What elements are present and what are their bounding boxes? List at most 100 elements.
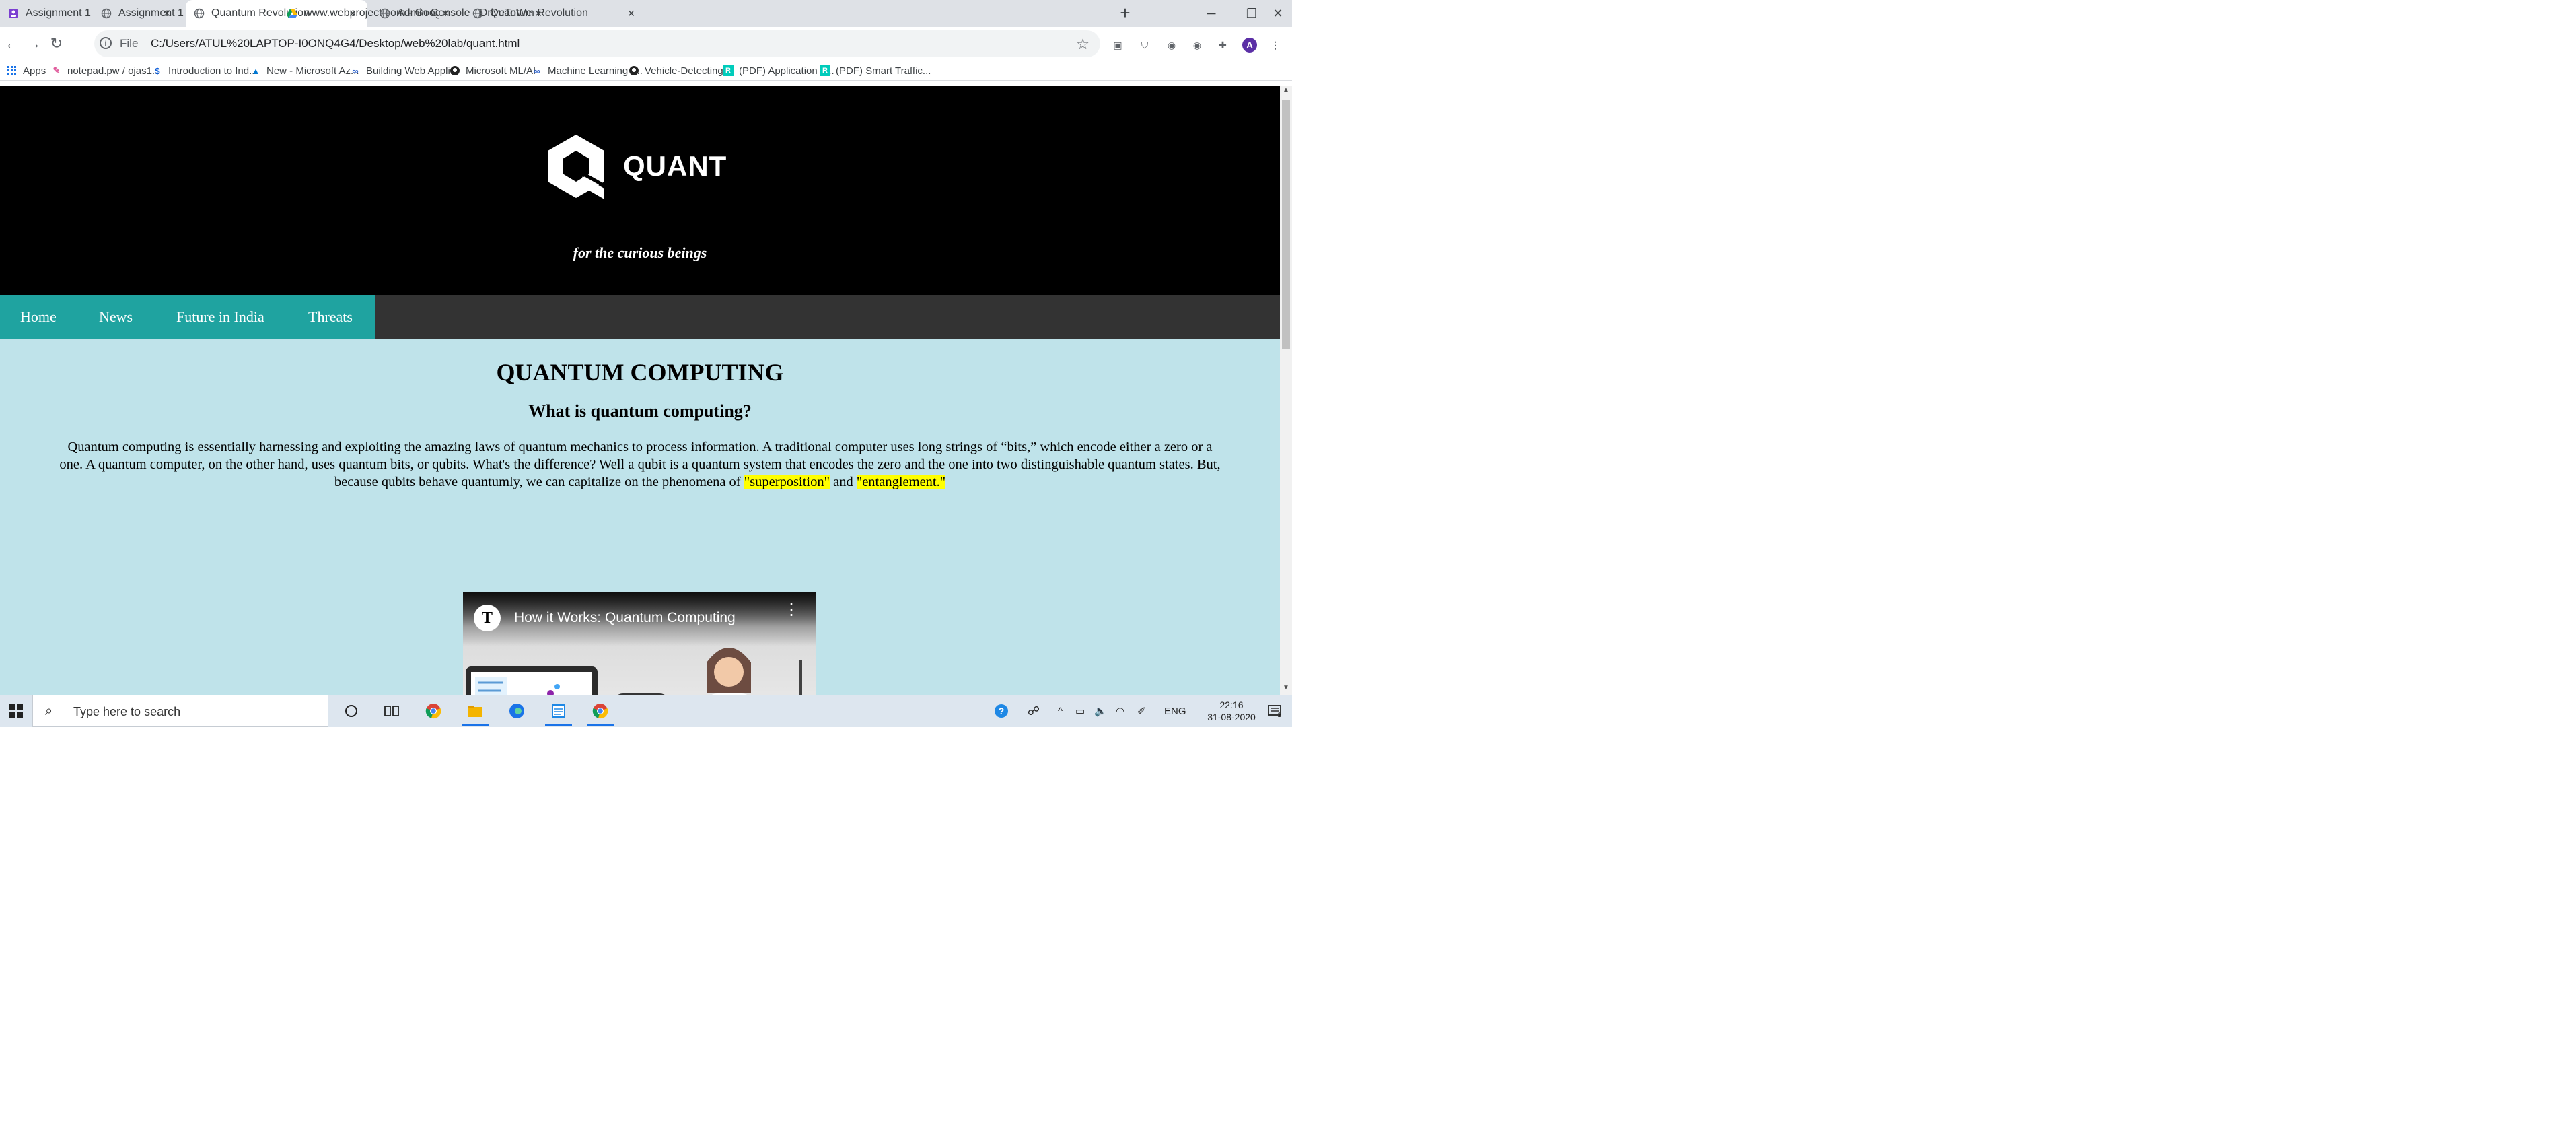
- researchgate-icon: R: [723, 65, 734, 76]
- site-navbar: Home News Future in India Threats: [0, 295, 1280, 339]
- video-title[interactable]: How it Works: Quantum Computing: [514, 610, 736, 626]
- scroll-down-arrow-icon[interactable]: ▼: [1280, 684, 1292, 695]
- cortana-icon[interactable]: [341, 700, 362, 722]
- people-icon[interactable]: ☍: [1023, 700, 1044, 722]
- scroll-thumb[interactable]: [1282, 100, 1290, 349]
- volume-icon[interactable]: 🔈: [1094, 695, 1107, 727]
- quant-logo-icon: [548, 135, 606, 199]
- site-tagline: for the curious beings: [573, 244, 707, 261]
- back-arrow-icon[interactable]: ←: [3, 35, 22, 54]
- bookmark-apps[interactable]: Apps: [7, 64, 46, 77]
- task-view-icon[interactable]: [381, 700, 402, 722]
- bookmark-label: Building Web Appli...: [366, 65, 459, 77]
- notification-count: 1: [1277, 711, 1281, 719]
- bookmark-label: Apps: [23, 65, 46, 77]
- file-explorer-icon[interactable]: [464, 700, 486, 722]
- close-tab-icon[interactable]: ×: [624, 7, 638, 21]
- azure-icon: ▲: [251, 65, 260, 76]
- chrome-icon[interactable]: [589, 700, 611, 722]
- bookmark-label: New - Microsoft Az...: [266, 65, 359, 77]
- nav-link-threats[interactable]: Threats: [308, 295, 353, 339]
- wifi-icon[interactable]: ◠: [1116, 695, 1124, 727]
- globe-icon: [101, 8, 112, 19]
- profile-avatar-icon[interactable]: A: [1242, 38, 1257, 53]
- info-icon[interactable]: i: [100, 37, 112, 49]
- globe-icon: [472, 8, 483, 19]
- nav-link-home[interactable]: Home: [20, 295, 57, 339]
- pen-workspace-icon[interactable]: ✐: [1137, 695, 1146, 727]
- nav-link-news[interactable]: News: [99, 295, 133, 339]
- link-icon: ∞: [352, 65, 359, 76]
- active-app-indicator: [587, 724, 614, 726]
- embedded-video[interactable]: T How it Works: Quantum Computing ⋮: [463, 592, 816, 695]
- svg-text:?: ?: [999, 706, 1005, 716]
- intro-paragraph: Quantum computing is essentially harness…: [0, 438, 1280, 491]
- windows-taskbar: ⌕ Type here to search ? ☍ ^ ▭ 🔈 ◠ ✐ ENG …: [0, 695, 1292, 727]
- logo-text: QUANT: [623, 150, 727, 182]
- new-tab-button[interactable]: +: [1116, 4, 1135, 23]
- tab-quantum-revolution-2[interactable]: Quantum Revolution ×: [464, 0, 646, 27]
- purple-assignment-icon: [8, 8, 19, 19]
- site-logo[interactable]: QUANT: [544, 132, 727, 201]
- taskbar-clock[interactable]: 22:16 31-08-2020: [1205, 699, 1258, 723]
- chrome-icon[interactable]: [423, 700, 444, 722]
- nav-link-future-in-india[interactable]: Future in India: [176, 295, 264, 339]
- bookmark-building-web[interactable]: ∞ Building Web Appli...: [350, 64, 458, 77]
- bookmark-azure[interactable]: ▲ New - Microsoft Az...: [250, 64, 359, 77]
- video-more-icon[interactable]: ⋮: [783, 602, 799, 618]
- minimize-icon[interactable]: ─: [1191, 0, 1231, 27]
- battery-icon[interactable]: ▭: [1075, 695, 1085, 727]
- tab-title: Quantum Revolution: [490, 7, 588, 19]
- globe-icon: [380, 8, 390, 19]
- reload-icon[interactable]: ↻: [47, 35, 66, 54]
- paragraph-text: and: [829, 475, 857, 489]
- bookmark-machine-learning[interactable]: ∞ Machine Learning -...: [532, 64, 643, 77]
- menu-kebab-icon[interactable]: ⋮: [1268, 38, 1283, 53]
- bookmark-pdf-application[interactable]: R (PDF) Application o...: [723, 64, 834, 77]
- bookmark-star-icon[interactable]: ☆: [1076, 36, 1089, 53]
- active-app-indicator: [545, 724, 572, 726]
- paragraph-text: because qubits behave quantumly, we can …: [334, 475, 744, 489]
- shield-extension-icon[interactable]: ⛉: [1137, 38, 1152, 53]
- bookmark-pdf-smart-traffic[interactable]: R (PDF) Smart Traffic...: [820, 64, 931, 77]
- help-icon[interactable]: ?: [991, 700, 1012, 722]
- bookmark-label: (PDF) Smart Traffic...: [836, 65, 931, 77]
- dollar-icon: $: [155, 65, 160, 76]
- search-placeholder: Type here to search: [73, 705, 181, 718]
- bookmark-ms-mlai[interactable]: Microsoft ML/AI: [450, 64, 536, 77]
- address-bar[interactable]: i File C:/Users/ATUL%20LAPTOP-I0ONQ4G4/D…: [94, 30, 1100, 57]
- windows-logo-icon: [9, 704, 23, 718]
- page-viewport: QUANT for the curious beings Home News F…: [0, 86, 1280, 695]
- puzzle-extensions-icon[interactable]: ✚: [1215, 38, 1230, 53]
- extension-circle-icon[interactable]: ◉: [1164, 38, 1179, 53]
- bookmark-vehicle-detecting[interactable]: Vehicle-Detecting-...: [629, 64, 735, 77]
- google-drive-icon: [287, 8, 297, 19]
- page-scrollbar[interactable]: ▲ ▼: [1280, 86, 1292, 695]
- close-icon[interactable]: ✕: [1264, 0, 1292, 27]
- address-url[interactable]: C:/Users/ATUL%20LAPTOP-I0ONQ4G4/Desktop/…: [151, 37, 520, 50]
- show-hidden-icons-chevron-icon[interactable]: ^: [1058, 695, 1063, 727]
- channel-avatar[interactable]: T: [474, 605, 501, 631]
- forward-arrow-icon[interactable]: →: [24, 35, 43, 54]
- windows-start-button[interactable]: [0, 695, 32, 727]
- site-header: QUANT for the curious beings: [0, 86, 1280, 295]
- github-icon: [450, 65, 460, 76]
- notepad-icon: ✎: [52, 65, 61, 75]
- edge-icon[interactable]: [506, 700, 528, 722]
- paragraph-line: because qubits behave quantumly, we can …: [0, 473, 1280, 491]
- bookmark-notepad[interactable]: ✎ notepad.pw / ojas1...: [51, 64, 161, 77]
- search-icon: ⌕: [45, 704, 53, 718]
- link-icon: ∞: [534, 65, 540, 76]
- highlight-superposition: "superposition": [744, 475, 830, 489]
- scroll-up-arrow-icon[interactable]: ▲: [1280, 86, 1292, 97]
- extension-circle-icon-2[interactable]: ◉: [1190, 38, 1205, 53]
- notification-center-icon[interactable]: 1: [1266, 695, 1287, 727]
- language-indicator[interactable]: ENG: [1164, 695, 1186, 727]
- notepad-app-icon[interactable]: [548, 700, 569, 722]
- extension-icon[interactable]: ▣: [1110, 38, 1125, 53]
- page-title: QUANTUM COMPUTING: [496, 359, 784, 386]
- tab-strip: Assignment 1 × Assignment 1 × Quantum Re…: [0, 0, 1292, 27]
- taskbar-search-box[interactable]: ⌕ Type here to search: [32, 695, 328, 727]
- bookmark-intro-ind[interactable]: $ Introduction to Ind...: [152, 64, 257, 77]
- globe-icon: [194, 8, 205, 19]
